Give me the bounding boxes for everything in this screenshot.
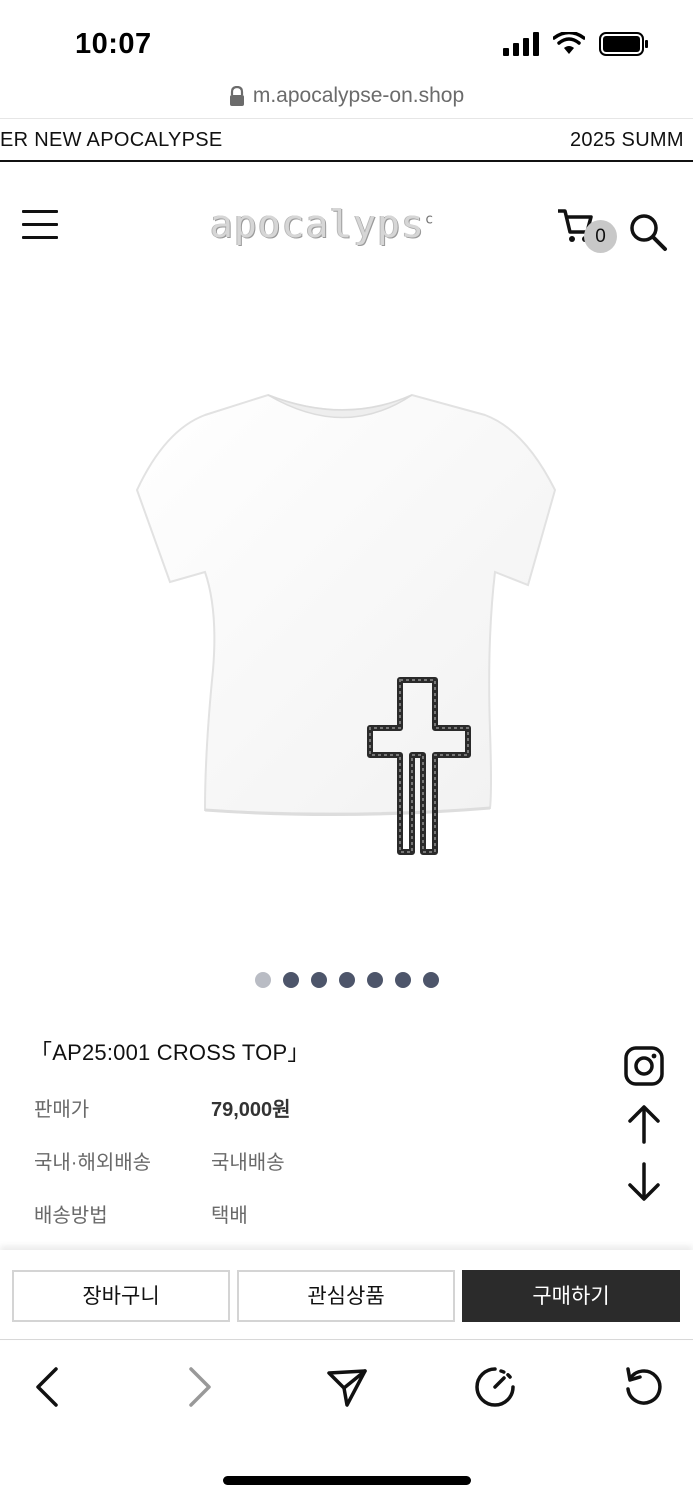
gallery-dots xyxy=(0,972,693,992)
shipping-method-label: 배송방법 xyxy=(34,1205,108,1227)
url-bar[interactable]: m.apocalypse-on.shop xyxy=(0,84,693,114)
gallery-dot-6[interactable] xyxy=(394,972,411,988)
gallery-dot-5[interactable] xyxy=(366,972,383,988)
cart-count-badge: 0 xyxy=(584,220,617,253)
status-bar: 10:07 xyxy=(0,0,693,84)
price-label: 판매가 xyxy=(34,1099,90,1121)
back-icon[interactable] xyxy=(26,1365,70,1409)
arrow-up-icon[interactable] xyxy=(622,1102,666,1146)
signal-icon xyxy=(503,32,539,56)
purchase-action-bar: 장바구니 관심상품 구매하기 xyxy=(0,1250,693,1340)
home-indicator[interactable] xyxy=(223,1476,471,1485)
gallery-dot-3[interactable] xyxy=(310,972,327,988)
share-icon[interactable] xyxy=(325,1365,369,1409)
product-title: 「AP25:001 CROSS TOP」 xyxy=(30,1040,310,1065)
menu-icon[interactable] xyxy=(22,210,60,242)
site-header: apocalypsc 0 xyxy=(0,162,693,290)
marquee-text-right: 2025 SUMM xyxy=(570,129,684,151)
url-text: m.apocalypse-on.shop xyxy=(252,84,465,107)
instagram-icon[interactable] xyxy=(622,1044,666,1088)
price-value: 79,000원 xyxy=(211,1099,291,1121)
shipping-method-value: 택배 xyxy=(211,1205,248,1227)
status-time: 10:07 xyxy=(75,28,152,60)
battery-icon xyxy=(599,32,648,56)
site-logo[interactable]: apocalypsc xyxy=(210,202,434,246)
wifi-icon xyxy=(553,32,585,54)
info-row-price: 판매가 79,000원 xyxy=(34,1093,291,1122)
buy-now-button[interactable]: 구매하기 xyxy=(462,1270,680,1322)
add-to-cart-button[interactable]: 장바구니 xyxy=(12,1270,230,1322)
shipping-region-label: 국내·해외배송 xyxy=(34,1152,152,1174)
info-row-shipping-region: 국내·해외배송 국내배송 xyxy=(34,1146,285,1175)
forward-icon[interactable] xyxy=(177,1365,221,1409)
marquee-text-left: ER NEW APOCALYPSE xyxy=(0,129,223,151)
status-icons xyxy=(503,32,649,56)
wishlist-button[interactable]: 관심상품 xyxy=(237,1270,455,1322)
cart-button[interactable]: 0 xyxy=(556,206,618,253)
gallery-dot-7[interactable] xyxy=(422,972,439,988)
shipping-region-value: 국내배송 xyxy=(211,1152,285,1174)
search-icon[interactable] xyxy=(628,212,668,252)
gallery-dot-1[interactable] xyxy=(254,972,271,988)
announcement-marquee: ER NEW APOCALYPSE 2025 SUMM xyxy=(0,118,693,162)
speed-icon[interactable] xyxy=(473,1365,517,1409)
lock-icon xyxy=(229,86,244,106)
arrow-down-icon[interactable] xyxy=(622,1160,666,1204)
gallery-dot-2[interactable] xyxy=(282,972,299,988)
info-row-shipping-method: 배송방법 택배 xyxy=(34,1199,248,1228)
browser-toolbar xyxy=(0,1341,693,1441)
reload-icon[interactable] xyxy=(622,1365,666,1409)
gallery-dot-4[interactable] xyxy=(338,972,355,988)
product-image[interactable] xyxy=(0,290,693,950)
